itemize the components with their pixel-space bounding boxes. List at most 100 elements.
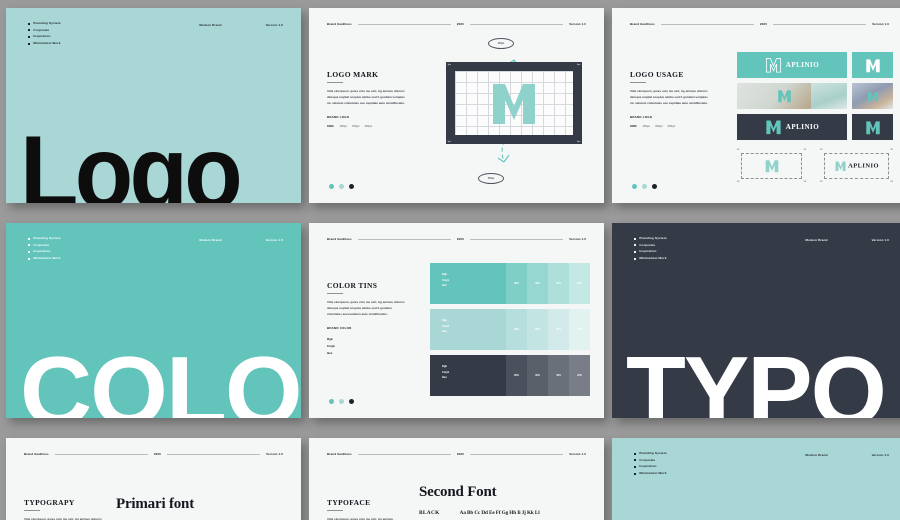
- bullet-label: Branding System: [639, 451, 667, 455]
- clearspace-tick: 5X: [803, 149, 807, 151]
- header-left: Brand Guidlines: [24, 452, 49, 456]
- dot-active[interactable]: [329, 184, 334, 189]
- size-row: SIZE: 120px 450px 200px: [630, 124, 710, 128]
- bullet-square-icon: [28, 29, 30, 32]
- slide-typeface[interactable]: Brand Guidlines 2020 Version 1.0 TYPOFAC…: [309, 438, 604, 520]
- bullet-square-icon: [28, 237, 30, 240]
- bullet-item: Branding System: [634, 451, 667, 455]
- usage-row-photo: [737, 83, 893, 109]
- color-key: Cmyk: [327, 343, 335, 348]
- version-label: Version 1.0: [265, 238, 283, 242]
- wordmark-text: APLINIO: [785, 123, 820, 131]
- bullet-label: Minimalism Work: [33, 256, 61, 261]
- clearspace-tick: 2X: [737, 149, 740, 151]
- bullet-item: Branding System: [634, 236, 667, 240]
- tint-step: 80%: [506, 263, 527, 304]
- corner-tag: 3px: [447, 63, 452, 66]
- page-dots[interactable]: [632, 184, 657, 189]
- slide-cover-typo[interactable]: Branding System Corporate Inspiration Mi…: [612, 223, 900, 418]
- logo-photo-tile-b: [811, 83, 847, 109]
- primary-font-name: Primari font: [116, 496, 194, 512]
- slide-body: Vide sincipsum, quies volo me sint, Ag a…: [630, 89, 710, 107]
- clearspace-tick: 2X: [803, 181, 807, 183]
- glyph-specimen: Aa Bb Cc Dd Ee Ff Gg Hh Ii Jj Kk Ll: [459, 510, 540, 516]
- cover-header: Branding System Corporate Inspiration Mi…: [612, 438, 900, 479]
- slide-cover-logo[interactable]: Branding System Corporate Inspiration Mi…: [6, 8, 301, 203]
- content-header: Brand Guidlines 2020 Version 1.0: [24, 452, 283, 456]
- tint-step: 80%: [506, 355, 527, 396]
- brand-name: Modern Brand: [199, 23, 222, 27]
- header-rule: [469, 23, 564, 25]
- dot[interactable]: [642, 184, 647, 189]
- size-row: SIZE: 120px 450px 200px: [327, 124, 407, 128]
- size-value: 450px: [352, 124, 360, 128]
- lockup: APLINIO: [834, 161, 879, 172]
- slide-typography[interactable]: Brand Guidlines 2020 Version 1.0 TYPOGRA…: [6, 438, 301, 520]
- size-value: 120px: [339, 124, 348, 128]
- usage-row-teal: APLINIO: [737, 52, 893, 78]
- content-header: Brand Guidlines 2020 Version 1.0: [327, 452, 586, 456]
- dot[interactable]: [339, 184, 344, 189]
- second-font-name: Second Font: [419, 484, 497, 500]
- bullet-square-icon: [634, 459, 636, 462]
- size-key: SIZE:: [630, 123, 638, 128]
- tint-step: 20%: [569, 355, 590, 396]
- dot[interactable]: [349, 399, 354, 404]
- color-bar-info: Rgb Cmyk Hex: [430, 355, 506, 396]
- aplinio-monogram-icon: [867, 91, 878, 102]
- slide-logo-mark[interactable]: Brand Guidlines 2020 Version 1.0 LOGO MA…: [309, 8, 604, 203]
- dot-active[interactable]: [329, 399, 334, 404]
- size-value: 200px: [667, 124, 676, 128]
- cover-header: Branding System Corporate Inspiration Mi…: [6, 8, 301, 49]
- dot[interactable]: [339, 399, 344, 404]
- aplinio-monogram-icon: [778, 90, 791, 103]
- body-text: Vide sincipsum, quies volo me sint, Ag a…: [630, 89, 709, 105]
- brand-logo-label: BRAND LOGO: [327, 114, 350, 119]
- color-key-list: Rgb Cmyk Hex: [327, 336, 405, 357]
- bullet-square-icon: [634, 237, 636, 240]
- bullet-item: Branding System: [28, 21, 61, 25]
- dot[interactable]: [349, 184, 354, 189]
- header-year: 2020: [759, 22, 767, 26]
- header-year: 2020: [153, 452, 161, 456]
- slide-color-tints[interactable]: Brand Guidlines 2020 Version 1.0 COLOR T…: [309, 223, 604, 418]
- size-value: 120px: [642, 124, 651, 128]
- slide-logo-usage[interactable]: Brand Guidlines 2020 Version 1.0 LOGO US…: [612, 8, 900, 203]
- bullet-label: Inspiration: [33, 34, 51, 39]
- slide-grid: Branding System Corporate Inspiration Mi…: [0, 0, 900, 520]
- usage-row-dark: APLINIO: [737, 114, 893, 140]
- bullet-square-icon: [28, 42, 30, 45]
- slide-title: LOGO USAGE: [630, 70, 684, 79]
- dot-active[interactable]: [632, 184, 637, 189]
- bullet-label: Minimalism Work: [639, 256, 667, 261]
- header-left: Brand Guidlines: [327, 22, 352, 26]
- slide-cover-end[interactable]: Branding System Corporate Inspiration Mi…: [612, 438, 900, 520]
- bullet-label: Inspiration: [639, 464, 657, 469]
- slide-cover-color[interactable]: Branding System Corporate Inspiration Mi…: [6, 223, 301, 418]
- page-dots[interactable]: [329, 399, 354, 404]
- logo-usage-text: LOGO USAGE Vide sincipsum, quies volo me…: [630, 70, 710, 128]
- tint-step: 40%: [548, 263, 569, 304]
- clearspace-tick: 2X: [890, 181, 893, 183]
- color-bar-light-teal: Rgb Cmyk Hex 80% 60% 40% 20%: [430, 309, 590, 350]
- callout-top: 450px: [488, 38, 514, 49]
- cover-big-word: COLOR: [20, 335, 301, 418]
- tint-step: 60%: [527, 309, 548, 350]
- bullet-label: Minimalism Work: [639, 471, 667, 476]
- aplinio-monogram-icon: [865, 120, 880, 134]
- clearspace-tick: 3X: [820, 181, 823, 183]
- typeface-text: TYPOFACE Vide sincipsum, quies volo me s…: [327, 498, 405, 520]
- bullet-item: Inspiration: [634, 250, 667, 253]
- size-key: SIZE:: [327, 123, 335, 128]
- aplinio-monogram-icon: [865, 58, 880, 72]
- slide-body: Vide sincipsum, quies volo me sint, Ag a…: [327, 300, 405, 318]
- color-text: COLOR TINS Vide sincipsum, quies volo me…: [327, 281, 405, 357]
- bullet-square-icon: [634, 472, 636, 475]
- cover-meta: Modern Brand Version 1.0: [199, 22, 283, 27]
- logo-photo-tile-c: [852, 83, 893, 109]
- page-dots[interactable]: [329, 184, 354, 189]
- logo-mark-text: LOGO MARK Vide sincipsum, quies volo me …: [327, 70, 407, 128]
- aplinio-monogram-icon: [766, 120, 781, 135]
- dot[interactable]: [652, 184, 657, 189]
- bullet-item: Inspiration: [28, 250, 61, 253]
